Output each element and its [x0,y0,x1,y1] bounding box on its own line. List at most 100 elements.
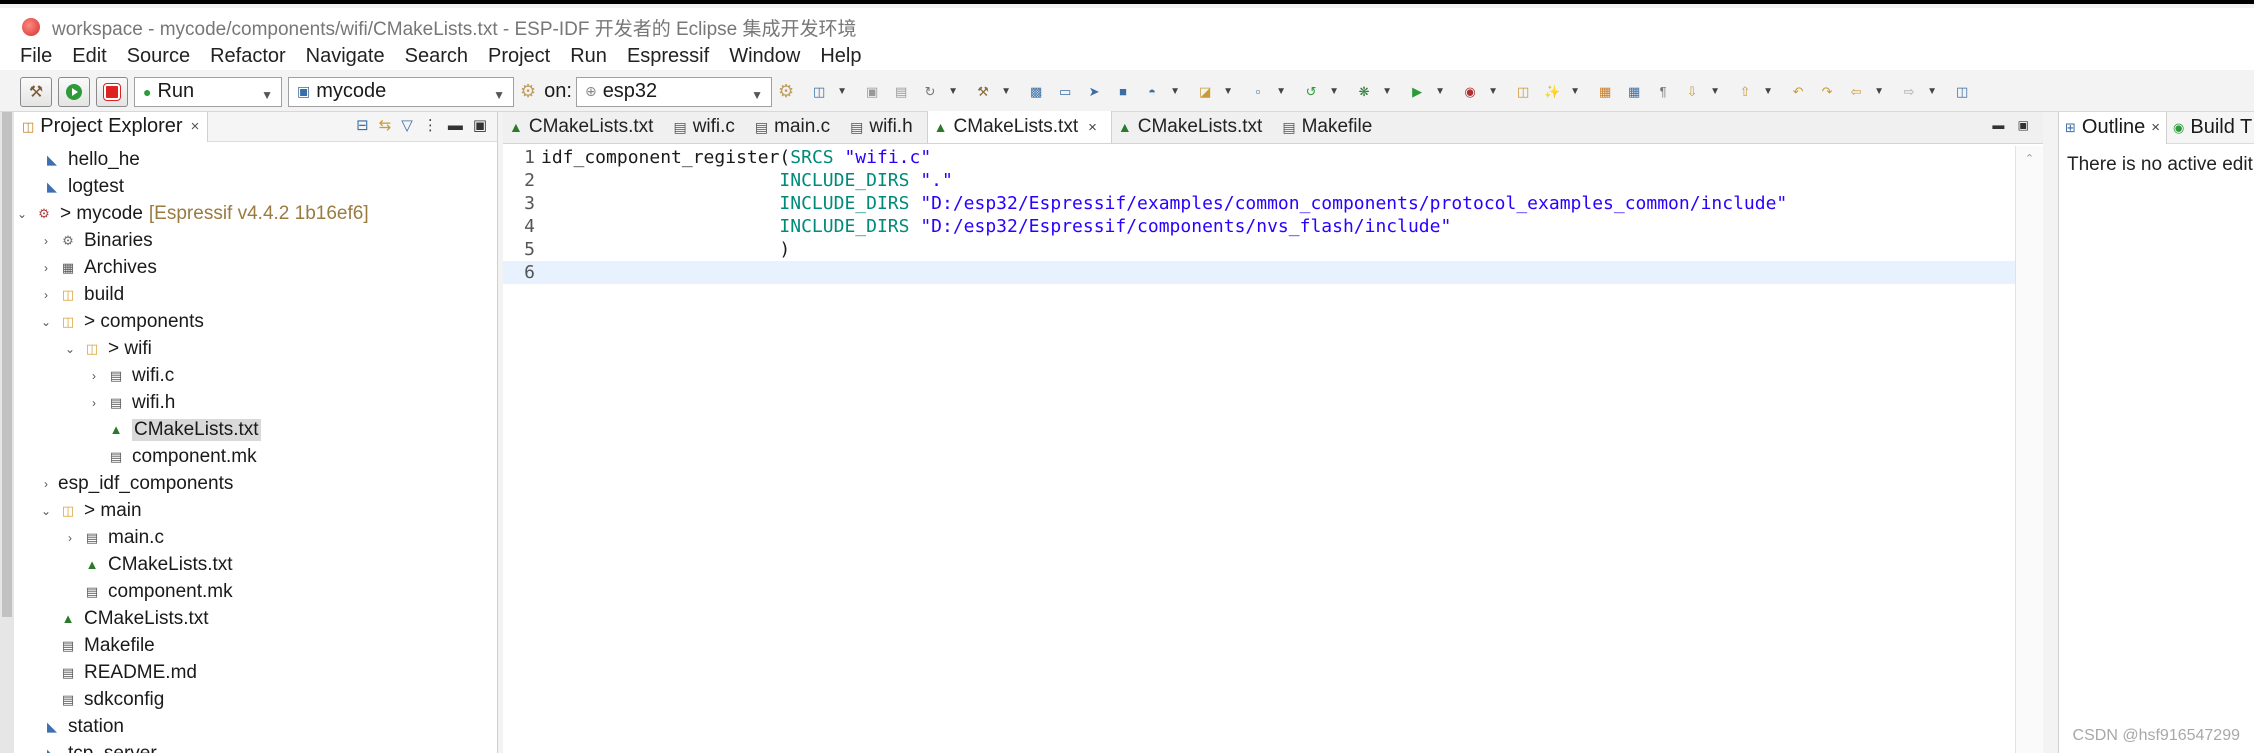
chevron-down-icon[interactable]: ▼ [1488,81,1498,103]
refresh-icon[interactable]: ↺ [1300,81,1322,103]
launch-target-gear-icon[interactable]: ⚙ [778,81,794,102]
chevron-right-icon[interactable]: › [62,531,78,545]
chevron-down-icon[interactable]: ⌄ [38,504,54,518]
minimize-icon[interactable]: ▬ [448,117,463,134]
prev-annotation-icon[interactable]: ⇧ [1734,81,1756,103]
chevron-down-icon[interactable]: ▼ [1435,81,1445,103]
chevron-down-icon[interactable]: ▼ [1763,81,1773,103]
tree-item-build[interactable]: › ◫ build [14,281,497,308]
chevron-down-icon[interactable]: ▼ [1170,81,1180,103]
tree-item-mycode[interactable]: ⌄ ⚙ > mycode [Espressif v4.4.2 1b16ef6] [14,200,497,227]
minimize-icon[interactable]: ▬ [1992,118,2004,132]
save-icon[interactable]: ▣ [861,81,883,103]
new-icon[interactable]: ◫ [808,81,830,103]
chevron-down-icon[interactable]: ▼ [1570,81,1580,103]
chevron-right-icon[interactable]: › [38,288,54,302]
chevron-down-icon[interactable]: ▼ [1276,81,1286,103]
tree-item-wifi-c[interactable]: › ▤ wifi.c [14,362,497,389]
next-annotation-icon[interactable]: ⇩ [1681,81,1703,103]
back-icon[interactable]: ⇦ [1845,81,1867,103]
menu-file[interactable]: File [20,45,52,68]
tab-makefile[interactable]: ▤ Makefile [1276,111,1386,143]
chevron-right-icon[interactable]: › [38,234,54,248]
close-icon[interactable]: × [191,118,200,135]
run-button[interactable] [58,76,90,107]
tree-item-hello-he[interactable]: ◣ hello_he [14,146,497,173]
chevron-down-icon[interactable]: ▼ [1874,81,1884,103]
chevron-down-icon[interactable]: ▼ [1001,81,1011,103]
chevron-down-icon[interactable]: ▼ [1223,81,1233,103]
save-all-icon[interactable]: ▤ [890,81,912,103]
debug-icon[interactable]: ❋ [1353,81,1375,103]
filter-icon[interactable]: ▽ [401,116,413,134]
menu-run[interactable]: Run [570,45,607,68]
menu-window[interactable]: Window [729,45,800,68]
tab-cmakelists-1[interactable]: ▲ CMakeLists.txt [503,111,667,143]
chevron-down-icon[interactable]: ▼ [1329,81,1339,103]
view-menu-icon[interactable]: ⋮ [423,116,438,134]
tab-cmakelists-3[interactable]: ▲ CMakeLists.txt [1112,111,1276,143]
close-icon[interactable]: × [2151,119,2160,136]
menu-refactor[interactable]: Refactor [210,45,286,68]
chevron-down-icon[interactable]: ⌄ [14,207,30,221]
tab-outline[interactable]: ⊞ Outline × [2059,111,2168,144]
open-perspective-icon[interactable]: ◫ [1951,81,1973,103]
flash-icon[interactable]: ✨ [1541,81,1563,103]
tree-item-station[interactable]: ◣ station [14,713,497,740]
chevron-down-icon[interactable]: ▼ [1710,81,1720,103]
tree-item-binaries[interactable]: › ⚙ Binaries [14,227,497,254]
tab-project-explorer[interactable]: ◫ Project Explorer × [14,111,209,142]
collapse-all-icon[interactable]: ⊟ [356,116,369,134]
chevron-down-icon[interactable]: ▼ [948,81,958,103]
sync-icon[interactable]: ↻ [919,81,941,103]
menu-edit[interactable]: Edit [72,45,106,68]
new-file-icon[interactable]: ▫ [1247,81,1269,103]
annotation-icon[interactable]: ▦ [1594,81,1616,103]
pilcrow-icon[interactable]: ¶ [1652,81,1674,103]
open-folder-icon[interactable]: ◫ [1512,81,1534,103]
maximize-icon[interactable]: ▣ [473,116,487,134]
chevron-down-icon[interactable]: ⌄ [38,315,54,329]
briefcase-icon[interactable]: ■ [1112,81,1134,103]
forward-icon[interactable]: ⇨ [1898,81,1920,103]
editor-scrollbar[interactable]: ⌃ [2015,146,2043,753]
external-tools-icon[interactable]: ◉ [1459,81,1481,103]
tab-cmakelists-active[interactable]: ▲ CMakeLists.txt × [926,111,1112,143]
run-small-icon[interactable]: ▶ [1406,81,1428,103]
launch-target-select[interactable]: ⊕ esp32 ▼ [575,76,772,107]
pointer-icon[interactable]: ➤ [1083,81,1105,103]
close-icon[interactable]: × [1088,119,1097,136]
stop-button[interactable] [96,76,128,107]
tree-item-logtest[interactable]: ◣ logtest [14,173,497,200]
menu-project[interactable]: Project [488,45,550,68]
chevron-right-icon[interactable]: › [86,396,102,410]
tree-item-archives[interactable]: › ▦ Archives [14,254,497,281]
tree-item-wifi[interactable]: ⌄ ◫ > wifi [14,335,497,362]
launch-config-select[interactable]: ▣ mycode ▼ [288,76,514,107]
tab-main-c[interactable]: ▤ main.c [749,111,844,143]
tab-wifi-c[interactable]: ▤ wifi.c [667,111,748,143]
tree-item-root-cmakelists[interactable]: ▲ CMakeLists.txt [14,605,497,632]
new-class-icon[interactable]: ◓ [1141,81,1163,103]
tree-item-main[interactable]: ⌄ ◫ > main [14,497,497,524]
chevron-right-icon[interactable]: › [86,369,102,383]
terminal-icon[interactable]: ▩ [1025,81,1047,103]
tree-item-makefile[interactable]: ▤ Makefile [14,632,497,659]
tree-item-esp-idf-components[interactable]: › esp_idf_components [14,470,497,497]
tree-item-components[interactable]: ⌄ ◫ > components [14,308,497,335]
chevron-down-icon[interactable]: ▼ [837,81,847,103]
chevron-down-icon[interactable]: ▼ [1382,81,1392,103]
launch-config-gear-icon[interactable]: ⚙ [520,81,536,102]
tree-item-main-component-mk[interactable]: ▤ component.mk [14,578,497,605]
code-editor[interactable]: 1 idf_component_register(SRCS "wifi.c" 2 … [503,146,2015,753]
tree-item-sdkconfig[interactable]: ▤ sdkconfig [14,686,497,713]
hammer-small-icon[interactable]: ⚒ [972,81,994,103]
build-button[interactable]: ⚒ [20,76,52,107]
launch-mode-select[interactable]: ● Run ▼ [134,76,282,107]
chevron-down-icon[interactable]: ⌄ [62,342,78,356]
tree-item-wifi-component-mk[interactable]: ▤ component.mk [14,443,497,470]
menu-help[interactable]: Help [820,45,861,68]
chevron-up-icon[interactable]: ⌃ [2016,152,2043,165]
forward-history-icon[interactable]: ↷ [1816,81,1838,103]
tree-item-tcp-server[interactable]: ◣ tcp_server [14,740,497,753]
